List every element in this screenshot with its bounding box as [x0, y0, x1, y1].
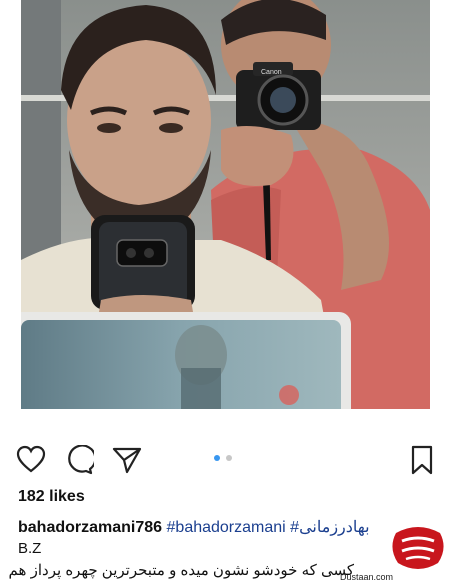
post-action-bar [0, 440, 450, 480]
caption-text-line-fa: کسی که خودشو نشون میده و متبحرترین چهره … [8, 562, 354, 579]
hashtag-link[interactable]: #bahadorzamani [167, 519, 286, 536]
carousel-dot [226, 455, 232, 461]
comment-icon[interactable] [64, 445, 94, 475]
watermark-logo [388, 523, 448, 573]
heart-icon[interactable] [16, 445, 46, 473]
carousel-dot-active [214, 455, 220, 461]
post-photo[interactable]: Canon [21, 0, 430, 409]
caption-line: bahadorzamani786 #bahadorzamani #بهادرزم… [18, 517, 370, 537]
send-icon[interactable] [112, 446, 142, 474]
bookmark-icon[interactable] [410, 445, 434, 475]
likes-count[interactable]: 182 likes [18, 488, 85, 506]
watermark-site-text: Dustaan.com [340, 572, 394, 582]
caption-username[interactable]: bahadorzamani786 [18, 519, 162, 536]
camera-brand-label: Canon [261, 69, 282, 76]
hashtag-link-fa[interactable]: #بهادرزمانی [290, 519, 369, 536]
caption-text-line: B.Z [18, 540, 42, 557]
